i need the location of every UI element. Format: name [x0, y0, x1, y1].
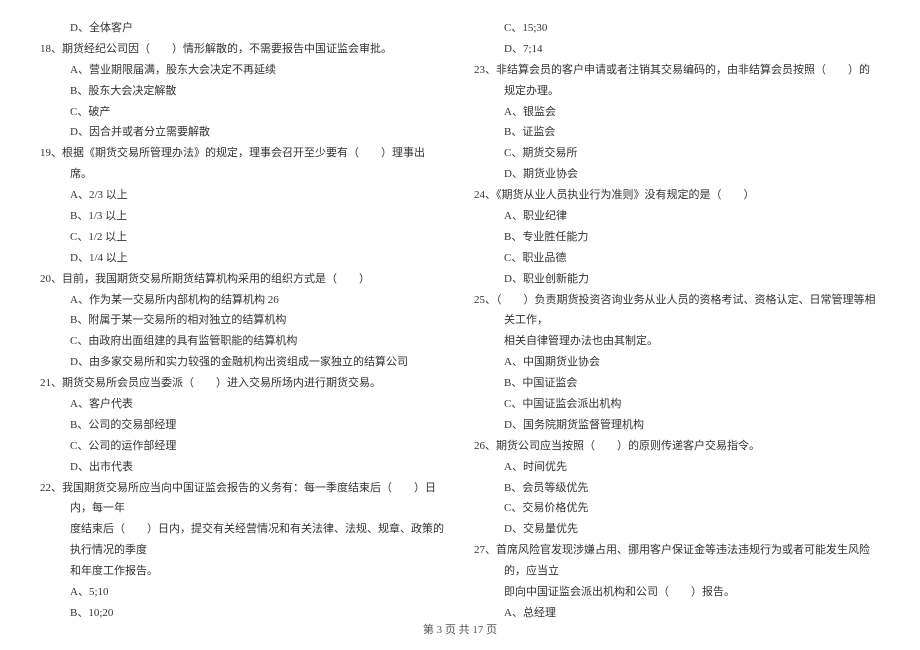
- q26-option-b: B、会员等级优先: [474, 478, 880, 499]
- q17-option-d: D、全体客户: [40, 18, 446, 39]
- q24-option-d: D、职业创新能力: [474, 269, 880, 290]
- q24-option-a: A、职业纪律: [474, 206, 880, 227]
- page-footer: 第 3 页 共 17 页: [0, 620, 920, 641]
- right-column: C、15;30 D、7;14 23、非结算会员的客户申请或者注销其交易编码的，由…: [464, 18, 920, 610]
- q18-option-d: D、因合并或者分立需要解散: [40, 122, 446, 143]
- q20-option-c: C、由政府出面组建的具有监管职能的结算机构: [40, 331, 446, 352]
- q24-option-c: C、职业品德: [474, 248, 880, 269]
- q22-option-c: C、15;30: [474, 18, 880, 39]
- q25-option-a: A、中国期货业协会: [474, 352, 880, 373]
- q18-option-b: B、股东大会决定解散: [40, 81, 446, 102]
- q19-option-a: A、2/3 以上: [40, 185, 446, 206]
- q25-text-line1: 25、（ ）负责期货投资咨询业务从业人员的资格考试、资格认定、日常管理等相关工作…: [474, 290, 880, 332]
- q19-option-d: D、1/4 以上: [40, 248, 446, 269]
- q22-option-d: D、7;14: [474, 39, 880, 60]
- q25-option-b: B、中国证监会: [474, 373, 880, 394]
- q22-text-line2: 度结束后（ ）日内，提交有关经营情况和有关法律、法规、规章、政策的执行情况的季度: [40, 519, 446, 561]
- q19-option-c: C、1/2 以上: [40, 227, 446, 248]
- q20-option-b: B、附属于某一交易所的相对独立的结算机构: [40, 310, 446, 331]
- q25-option-d: D、国务院期货监督管理机构: [474, 415, 880, 436]
- q21-option-c: C、公司的运作部经理: [40, 436, 446, 457]
- q23-option-a: A、银监会: [474, 102, 880, 123]
- q21-option-a: A、客户代表: [40, 394, 446, 415]
- q22-option-a: A、5;10: [40, 582, 446, 603]
- q27-text-line1: 27、首席风险官发现涉嫌占用、挪用客户保证金等违法违规行为或者可能发生风险的，应…: [474, 540, 880, 582]
- q23-option-c: C、期货交易所: [474, 143, 880, 164]
- q22-text-line3: 和年度工作报告。: [40, 561, 446, 582]
- q24-option-b: B、专业胜任能力: [474, 227, 880, 248]
- q21-option-b: B、公司的交易部经理: [40, 415, 446, 436]
- q20-option-a: A、作为某一交易所内部机构的结算机构 26: [40, 290, 446, 311]
- q21-text: 21、期货交易所会员应当委派（ ）进入交易所场内进行期货交易。: [40, 373, 446, 394]
- left-column: D、全体客户 18、期货经纪公司因（ ）情形解散的，不需要报告中国证监会审批。 …: [0, 18, 464, 610]
- q20-option-d: D、由多家交易所和实力较强的金融机构出资组成一家独立的结算公司: [40, 352, 446, 373]
- q21-option-d: D、出市代表: [40, 457, 446, 478]
- q27-text-line2: 即向中国证监会派出机构和公司（ ）报告。: [474, 582, 880, 603]
- q23-option-d: D、期货业协会: [474, 164, 880, 185]
- q26-text: 26、期货公司应当按照（ ）的原则传递客户交易指令。: [474, 436, 880, 457]
- q23-text: 23、非结算会员的客户申请或者注销其交易编码的，由非结算会员按照（ ）的规定办理…: [474, 60, 880, 102]
- q18-option-c: C、破产: [40, 102, 446, 123]
- q25-text-line2: 相关自律管理办法也由其制定。: [474, 331, 880, 352]
- q24-text: 24、《期货从业人员执业行为准则》没有规定的是（ ）: [474, 185, 880, 206]
- q20-text: 20、目前，我国期货交易所期货结算机构采用的组织方式是（ ）: [40, 269, 446, 290]
- q18-option-a: A、营业期限届满，股东大会决定不再延续: [40, 60, 446, 81]
- q23-option-b: B、证监会: [474, 122, 880, 143]
- q22-text-line1: 22、我国期货交易所应当向中国证监会报告的义务有：每一季度结束后（ ）日内，每一…: [40, 478, 446, 520]
- page-columns: D、全体客户 18、期货经纪公司因（ ）情形解散的，不需要报告中国证监会审批。 …: [0, 0, 920, 610]
- q26-option-c: C、交易价格优先: [474, 498, 880, 519]
- q18-text: 18、期货经纪公司因（ ）情形解散的，不需要报告中国证监会审批。: [40, 39, 446, 60]
- q19-option-b: B、1/3 以上: [40, 206, 446, 227]
- q19-text: 19、根据《期货交易所管理办法》的规定，理事会召开至少要有（ ）理事出席。: [40, 143, 446, 185]
- q26-option-d: D、交易量优先: [474, 519, 880, 540]
- q26-option-a: A、时间优先: [474, 457, 880, 478]
- q25-option-c: C、中国证监会派出机构: [474, 394, 880, 415]
